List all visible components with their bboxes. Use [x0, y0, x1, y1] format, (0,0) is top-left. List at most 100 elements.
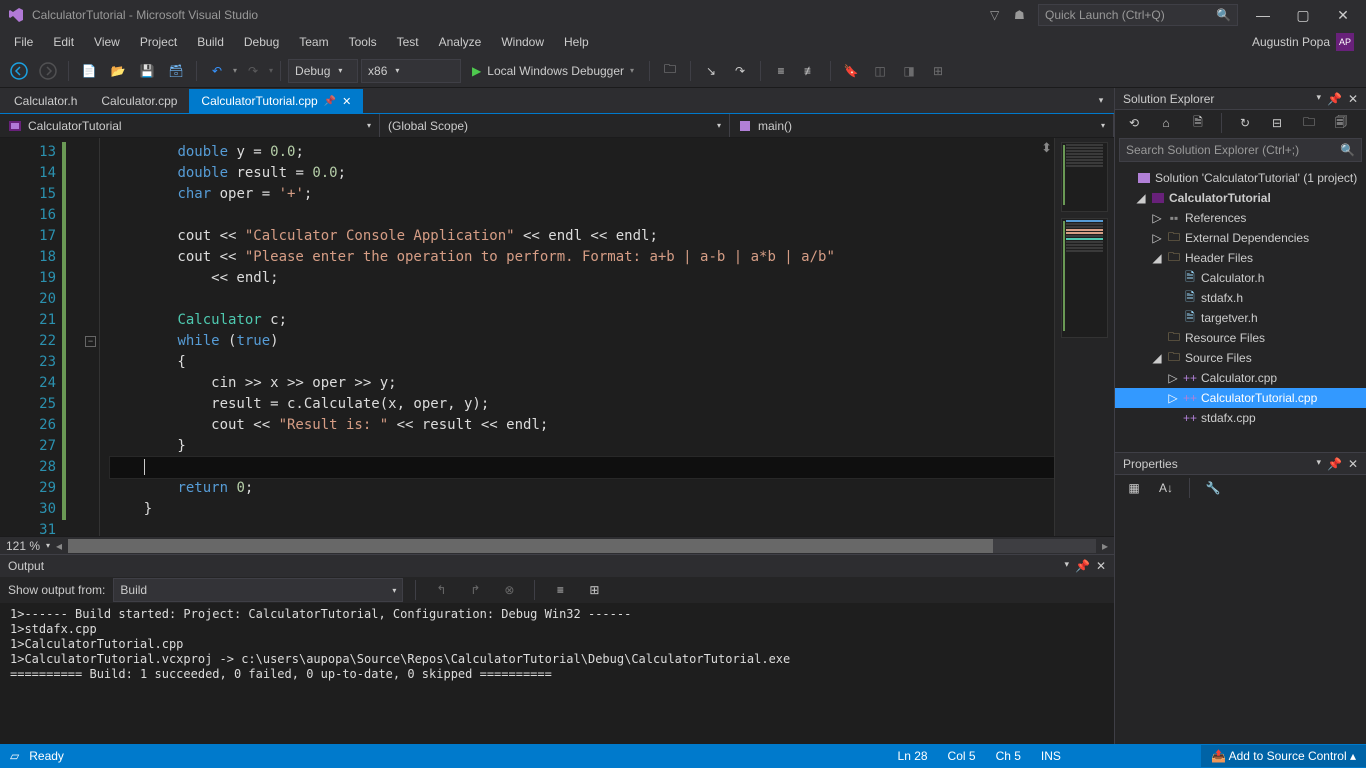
solution-search-input[interactable]: Search Solution Explorer (Ctrl+;) 🔍	[1119, 138, 1362, 162]
save-button[interactable]: 💾	[134, 58, 160, 84]
toggle-button-3[interactable]: ⊞	[925, 58, 951, 84]
expand-icon[interactable]: ▷	[1167, 371, 1179, 385]
menu-help[interactable]: Help	[554, 32, 599, 52]
comment-button[interactable]: ≡	[768, 58, 794, 84]
sync-button[interactable]: 🗎	[1185, 110, 1211, 136]
home-icon[interactable]: ⌂	[1153, 110, 1179, 136]
menu-tools[interactable]: Tools	[339, 32, 387, 52]
tab-dropdown-button[interactable]: ▾	[1088, 87, 1114, 113]
tab-calculator-cpp[interactable]: Calculator.cpp	[89, 89, 189, 113]
member-scope-combo[interactable]: main() ▾	[730, 114, 1114, 137]
references-node[interactable]: ▷▪▪References	[1115, 208, 1366, 228]
output-text[interactable]: 1>------ Build started: Project: Calcula…	[0, 603, 1114, 744]
maximize-button[interactable]: ▢	[1288, 7, 1318, 24]
save-all-button[interactable]: 🗃	[163, 58, 189, 84]
menu-view[interactable]: View	[84, 32, 130, 52]
close-button[interactable]: ✕	[1328, 7, 1358, 24]
expand-icon[interactable]: ▷	[1167, 391, 1179, 405]
file-targetver-h[interactable]: 🗎targetver.h	[1115, 308, 1366, 328]
redo-button[interactable]: ↷	[240, 58, 266, 84]
uncomment-button[interactable]: ≢	[797, 58, 823, 84]
output-toggle-button[interactable]: ⊞	[581, 577, 607, 603]
output-next-button[interactable]: ↱	[462, 577, 488, 603]
expand-icon[interactable]: ◢	[1151, 351, 1163, 365]
menu-window[interactable]: Window	[491, 32, 554, 52]
menu-team[interactable]: Team	[289, 32, 338, 52]
source-files-node[interactable]: ◢🗀Source Files	[1115, 348, 1366, 368]
home-button[interactable]: ⟲	[1121, 110, 1147, 136]
output-prev-button[interactable]: ↰	[428, 577, 454, 603]
menu-debug[interactable]: Debug	[234, 32, 289, 52]
menu-build[interactable]: Build	[187, 32, 234, 52]
user-account[interactable]: Augustin Popa AP	[1244, 31, 1362, 53]
collapse-button[interactable]: ⊟	[1264, 110, 1290, 136]
output-source-combo[interactable]: Build▾	[113, 578, 403, 602]
resource-files-node[interactable]: 🗀Resource Files	[1115, 328, 1366, 348]
tab-calculator-h[interactable]: Calculator.h	[2, 89, 89, 113]
solution-platform-combo[interactable]: x86▾	[361, 59, 461, 83]
panel-close-button[interactable]: ✕	[1348, 457, 1358, 471]
alphabetical-button[interactable]: A↓	[1153, 475, 1179, 501]
minimize-button[interactable]: —	[1248, 7, 1278, 23]
project-node[interactable]: ◢CalculatorTutorial	[1115, 188, 1366, 208]
menu-file[interactable]: File	[4, 32, 43, 52]
step-into-button[interactable]: ↘	[698, 58, 724, 84]
solution-node[interactable]: Solution 'CalculatorTutorial' (1 project…	[1115, 168, 1366, 188]
panel-dropdown-button[interactable]: ▾	[1316, 92, 1321, 106]
expand-icon[interactable]: ▷	[1151, 231, 1163, 245]
fold-button[interactable]: −	[85, 336, 96, 347]
project-scope-combo[interactable]: CalculatorTutorial ▾	[0, 114, 380, 137]
nav-forward-button[interactable]	[35, 58, 61, 84]
panel-pin-button[interactable]: 📌	[1327, 92, 1342, 106]
output-wrap-button[interactable]: ≡	[547, 577, 573, 603]
solution-config-combo[interactable]: Debug▾	[288, 59, 358, 83]
expand-icon[interactable]: ◢	[1151, 251, 1163, 265]
refresh-button[interactable]: ↻	[1232, 110, 1258, 136]
expand-icon[interactable]: ◢	[1135, 191, 1147, 205]
header-files-node[interactable]: ◢🗀Header Files	[1115, 248, 1366, 268]
nav-back-button[interactable]	[6, 58, 32, 84]
new-project-button[interactable]: 📄	[76, 58, 102, 84]
start-debug-button[interactable]: ▶ Local Windows Debugger ▾	[464, 59, 642, 83]
close-icon[interactable]: ✕	[342, 95, 351, 108]
toggle-button-1[interactable]: ◫	[867, 58, 893, 84]
wrench-icon[interactable]: 🔧	[1200, 475, 1226, 501]
step-over-button[interactable]: ↷	[727, 58, 753, 84]
notifications-icon[interactable]: ▽	[990, 8, 1004, 22]
quick-launch-input[interactable]: Quick Launch (Ctrl+Q) 🔍	[1038, 4, 1238, 26]
external-deps-node[interactable]: ▷🗀External Dependencies	[1115, 228, 1366, 248]
type-scope-combo[interactable]: (Global Scope) ▾	[380, 114, 730, 137]
file-stdafx-cpp[interactable]: ++stdafx.cpp	[1115, 408, 1366, 428]
bookmark-button[interactable]: 🔖	[838, 58, 864, 84]
feedback-icon[interactable]: ☗	[1014, 8, 1028, 22]
properties-button[interactable]: 🗐	[1328, 110, 1354, 136]
menu-analyze[interactable]: Analyze	[429, 32, 492, 52]
open-file-button[interactable]: 📂	[105, 58, 131, 84]
toggle-button-2[interactable]: ◨	[896, 58, 922, 84]
categorized-button[interactable]: ▦	[1121, 475, 1147, 501]
scroll-right-button[interactable]: ▸	[1102, 539, 1108, 553]
horizontal-scrollbar[interactable]	[68, 539, 1096, 553]
file-stdafx-h[interactable]: 🗎stdafx.h	[1115, 288, 1366, 308]
solution-tree[interactable]: Solution 'CalculatorTutorial' (1 project…	[1115, 166, 1366, 452]
code-editor[interactable]: 13141516171819202122232425262728293031 −…	[0, 138, 1114, 536]
panel-close-button[interactable]: ✕	[1348, 92, 1358, 106]
panel-dropdown-button[interactable]: ▾	[1316, 457, 1321, 471]
undo-button[interactable]: ↶	[204, 58, 230, 84]
split-editor-button[interactable]: ⬍	[1041, 140, 1052, 156]
expand-icon[interactable]: ▷	[1151, 211, 1163, 225]
menu-edit[interactable]: Edit	[43, 32, 84, 52]
menu-project[interactable]: Project	[130, 32, 187, 52]
panel-close-button[interactable]: ✕	[1096, 559, 1106, 573]
panel-pin-button[interactable]: 📌	[1327, 457, 1342, 471]
source-control-button[interactable]: 📤 Add to Source Control ▴	[1201, 745, 1366, 767]
file-calculator-h[interactable]: 🗎Calculator.h	[1115, 268, 1366, 288]
code-minimap[interactable]	[1054, 138, 1114, 536]
show-all-button[interactable]: 🗀	[1296, 110, 1322, 136]
pin-icon[interactable]: 📌	[324, 96, 336, 107]
panel-pin-button[interactable]: 📌	[1075, 559, 1090, 573]
menu-test[interactable]: Test	[387, 32, 429, 52]
browse-button[interactable]: 🗀	[657, 58, 683, 84]
output-clear-button[interactable]: ⊗	[496, 577, 522, 603]
panel-dropdown-button[interactable]: ▾	[1064, 559, 1069, 573]
